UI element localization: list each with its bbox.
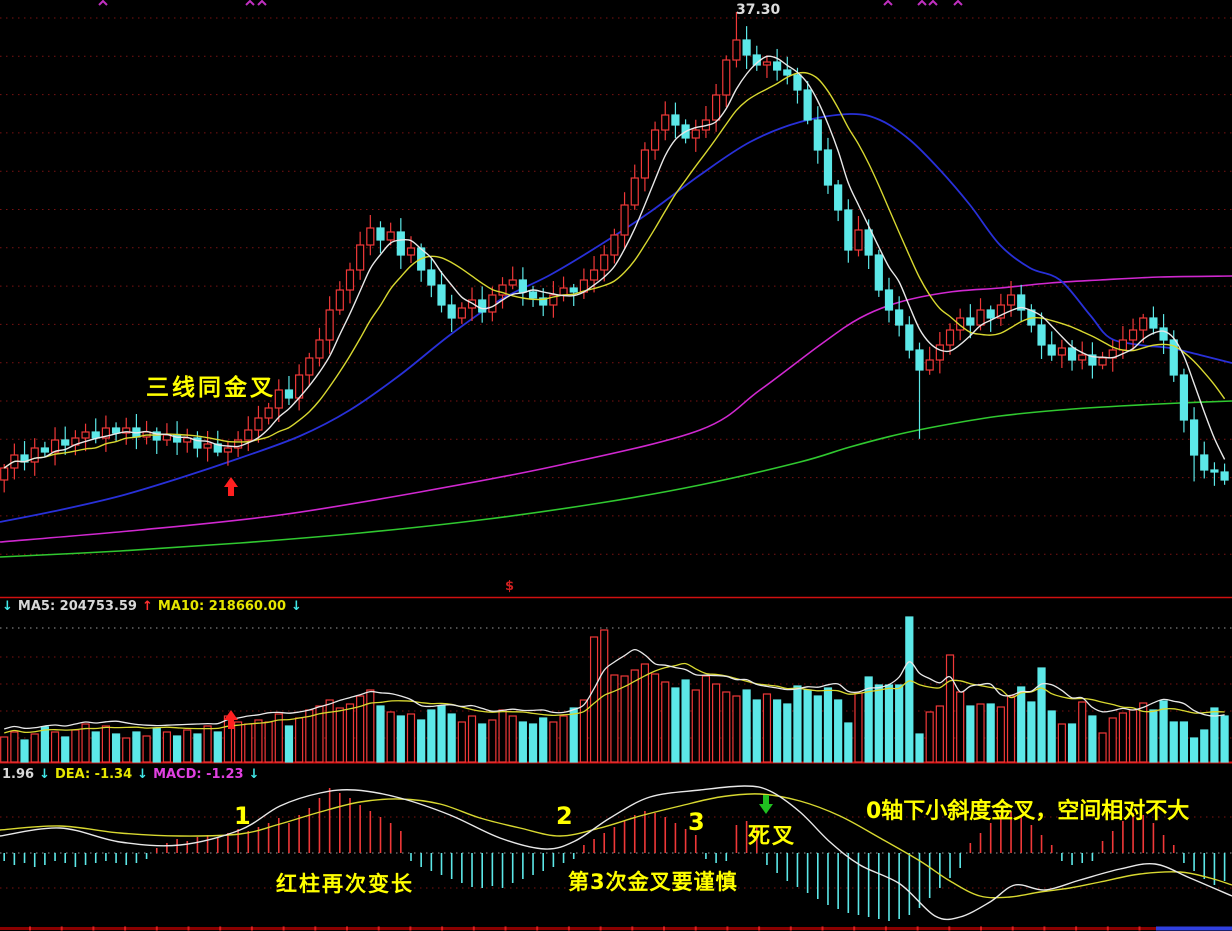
stock-chart-canvas[interactable] (0, 0, 1232, 931)
annotation-cross-3: 3 (688, 808, 705, 836)
macd-down-arrow-icon: ↓ (249, 767, 260, 782)
volume-ma-indicator-row: ↓ MA5: 204753.59 ↑ MA10: 218660.00 ↓ (2, 599, 302, 614)
axis-scroll-blue-segment[interactable] (1156, 927, 1232, 931)
ma10-down-arrow-icon: ↓ (291, 599, 302, 614)
dif-down-arrow-icon: ↓ (39, 767, 50, 782)
candlesticks (1, 12, 1228, 492)
dif-value: 1.96 (2, 767, 34, 782)
annotation-cross-2: 2 (556, 802, 573, 830)
annotation-red-bars-lengthen: 红柱再次变长 (276, 868, 414, 898)
annotation-death-cross: 死叉 (748, 818, 796, 850)
macd-value: MACD: -1.23 (153, 767, 244, 782)
annotation-three-line-golden-cross: 三线同金叉 (146, 368, 276, 402)
annotation-below-zero-axis-note: 0轴下小斜度金叉，空间相对不大 (866, 793, 1189, 825)
long-moving-averages (0, 114, 1232, 557)
dea-down-arrow-icon: ↓ (137, 767, 148, 782)
annotation-cross-1: 1 (234, 802, 251, 830)
ma5-value: MA5: 204753.59 (18, 599, 137, 614)
dea-value: DEA: -1.34 (55, 767, 132, 782)
stock-chart-screen: 37.30 $ ↓ MA5: 204753.59 ↑ MA10: 218660.… (0, 0, 1232, 931)
event-dollar-mark: $ (505, 579, 514, 594)
chart-markers (99, 1, 962, 814)
annotation-third-golden-cross-caution: 第3次金叉要谨慎 (568, 866, 738, 896)
peak-price-label: 37.30 (736, 2, 780, 18)
time-axis (0, 927, 1232, 931)
vol-down-arrow-icon: ↓ (2, 599, 13, 614)
macd-indicator-row: 1.96 ↓ DEA: -1.34 ↓ MACD: -1.23 ↓ (2, 767, 260, 782)
ma10-value: MA10: 218660.00 (158, 599, 286, 614)
ma5-up-arrow-icon: ↑ (142, 599, 153, 614)
